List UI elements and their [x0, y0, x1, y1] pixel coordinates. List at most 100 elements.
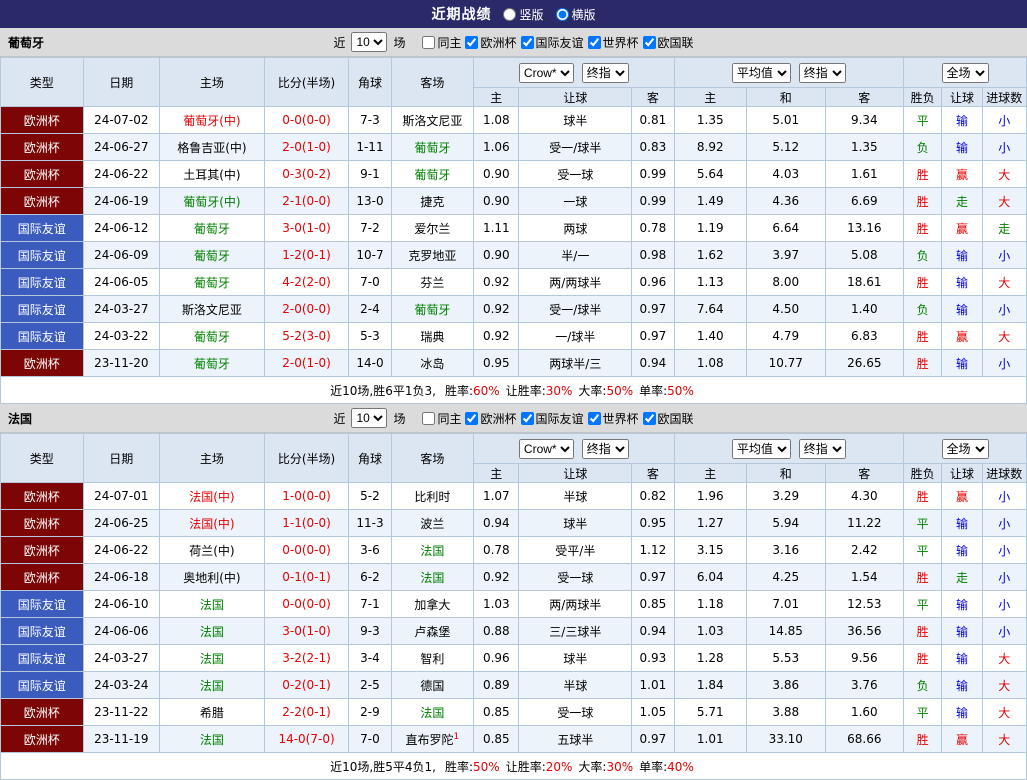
- friendly-label: 国际友谊: [536, 34, 584, 51]
- asian-index-select[interactable]: 终指: [582, 63, 629, 83]
- euro-away-odds: 6.83: [825, 323, 904, 350]
- col-header-date: 日期: [83, 58, 160, 107]
- asian-home-odds: 0.90: [474, 188, 519, 215]
- summary-stat-label: 让胜率:: [506, 760, 546, 774]
- competition-badge: 欧洲杯: [1, 510, 84, 537]
- match-date: 24-03-22: [83, 323, 160, 350]
- euro-draw-odds: 5.01: [747, 107, 826, 134]
- asian-home-odds: 0.92: [474, 323, 519, 350]
- subcol-asian-handicap: 让球: [519, 88, 632, 107]
- eurocup-checkbox[interactable]: [465, 412, 478, 425]
- asian-index-select[interactable]: 终指: [582, 439, 629, 459]
- away-team: 德国: [391, 672, 474, 699]
- result-outcome: 负: [904, 134, 942, 161]
- result-goals: 小: [982, 510, 1026, 537]
- result-handicap: 输: [942, 537, 982, 564]
- same-home-filter[interactable]: 同主: [421, 34, 461, 51]
- corner-score: 7-2: [349, 215, 391, 242]
- asian-home-odds: 0.78: [474, 537, 519, 564]
- filter-worldcup[interactable]: 世界杯: [587, 34, 639, 51]
- filter-nationsleague[interactable]: 欧国联: [642, 410, 694, 427]
- col-header-corner: 角球: [349, 434, 391, 483]
- asian-away-odds: 1.12: [632, 537, 674, 564]
- summary-stat-value: 40%: [667, 760, 694, 774]
- friendly-checkbox[interactable]: [521, 412, 534, 425]
- layout-option-vertical[interactable]: 竖版: [503, 6, 543, 23]
- home-team: 法国: [160, 726, 265, 753]
- home-team: 葡萄牙: [160, 323, 265, 350]
- match-count-select[interactable]: 10: [351, 408, 387, 428]
- match-date: 24-06-19: [83, 188, 160, 215]
- asian-home-odds: 1.08: [474, 107, 519, 134]
- asian-away-odds: 1.05: [632, 699, 674, 726]
- match-score: 14-0(7-0): [264, 726, 349, 753]
- match-count-select[interactable]: 10: [351, 32, 387, 52]
- competition-badge: 国际友谊: [1, 296, 84, 323]
- corner-score: 2-5: [349, 672, 391, 699]
- asian-away-odds: 0.97: [632, 726, 674, 753]
- asian-handicap: 三/三球半: [519, 618, 632, 645]
- euro-home-odds: 1.40: [674, 323, 746, 350]
- filter-worldcup[interactable]: 世界杯: [587, 410, 639, 427]
- euro-draw-odds: 4.25: [747, 564, 826, 591]
- same-home-checkbox[interactable]: [422, 412, 435, 425]
- result-outcome: 负: [904, 296, 942, 323]
- euro-draw-odds: 5.12: [747, 134, 826, 161]
- worldcup-checkbox[interactable]: [588, 412, 601, 425]
- filter-eurocup[interactable]: 欧洲杯: [464, 410, 516, 427]
- match-row: 国际友谊24-06-09葡萄牙1-2(0-1)10-7克罗地亚0.90半/一0.…: [1, 242, 1027, 269]
- fulltime-select[interactable]: 全场: [942, 439, 989, 459]
- asian-handicap: 半/一: [519, 242, 632, 269]
- eurocup-checkbox[interactable]: [465, 36, 478, 49]
- asian-bookmaker-select[interactable]: Crow*: [519, 63, 574, 83]
- filter-eurocup[interactable]: 欧洲杯: [464, 34, 516, 51]
- layout-option-horizontal[interactable]: 横版: [556, 6, 596, 23]
- filter-friendly[interactable]: 国际友谊: [520, 34, 584, 51]
- euro-average-select[interactable]: 平均值: [732, 439, 791, 459]
- match-date: 24-06-10: [83, 591, 160, 618]
- same-home-label: 同主: [437, 34, 461, 51]
- euro-average-select[interactable]: 平均值: [732, 63, 791, 83]
- result-handicap: 走: [942, 188, 982, 215]
- asian-bookmaker-select[interactable]: Crow*: [519, 439, 574, 459]
- result-goals: 小: [982, 591, 1026, 618]
- same-home-checkbox[interactable]: [422, 36, 435, 49]
- result-goals: 小: [982, 134, 1026, 161]
- away-team: 比利时: [391, 483, 474, 510]
- nationsleague-checkbox[interactable]: [643, 36, 656, 49]
- euro-index-select[interactable]: 终指: [799, 63, 846, 83]
- euro-index-select[interactable]: 终指: [799, 439, 846, 459]
- worldcup-checkbox[interactable]: [588, 36, 601, 49]
- competition-badge: 欧洲杯: [1, 483, 84, 510]
- euro-home-odds: 1.96: [674, 483, 746, 510]
- match-row: 欧洲杯24-06-22荷兰(中)0-0(0-0)3-6法国0.78受平/半1.1…: [1, 537, 1027, 564]
- asian-home-odds: 0.88: [474, 618, 519, 645]
- asian-handicap: 两球半/三: [519, 350, 632, 377]
- match-score: 4-2(2-0): [264, 269, 349, 296]
- vertical-layout-radio[interactable]: [503, 8, 516, 21]
- asian-handicap: 受一球: [519, 161, 632, 188]
- euro-draw-odds: 10.77: [747, 350, 826, 377]
- friendly-checkbox[interactable]: [521, 36, 534, 49]
- same-home-filter[interactable]: 同主: [421, 410, 461, 427]
- match-date: 24-03-27: [83, 296, 160, 323]
- filter-nationsleague[interactable]: 欧国联: [642, 34, 694, 51]
- match-score: 1-2(0-1): [264, 242, 349, 269]
- fulltime-select[interactable]: 全场: [942, 63, 989, 83]
- col-header-away: 客场: [391, 58, 474, 107]
- asian-away-odds: 0.83: [632, 134, 674, 161]
- result-outcome: 胜: [904, 215, 942, 242]
- euro-home-odds: 1.35: [674, 107, 746, 134]
- horizontal-layout-label: 横版: [572, 6, 596, 23]
- asian-handicap: 球半: [519, 107, 632, 134]
- euro-home-odds: 1.13: [674, 269, 746, 296]
- filter-controls: 近 10 场 同主 欧洲杯 国际友谊 世界杯 欧国联: [333, 32, 693, 52]
- result-handicap: 输: [942, 672, 982, 699]
- euro-draw-odds: 3.16: [747, 537, 826, 564]
- filter-friendly[interactable]: 国际友谊: [520, 410, 584, 427]
- nationsleague-checkbox[interactable]: [643, 412, 656, 425]
- horizontal-layout-radio[interactable]: [556, 8, 569, 21]
- asian-handicap: 受平/半: [519, 537, 632, 564]
- competition-badge: 国际友谊: [1, 645, 84, 672]
- subcol-euro-draw: 和: [747, 88, 826, 107]
